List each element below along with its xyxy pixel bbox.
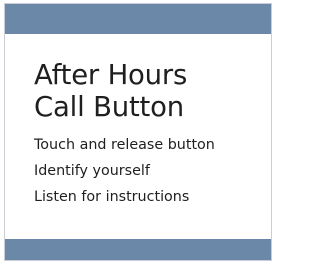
sign-top-band [5, 4, 271, 34]
instruction-item: Identify yourself [34, 163, 150, 179]
instruction-item: Listen for instructions [34, 189, 190, 205]
sign-title-line-1: After Hours [34, 59, 188, 91]
after-hours-call-sign: After Hours Call Button Touch and releas… [4, 3, 272, 261]
instruction-list: Touch and release button Identify yourse… [34, 132, 265, 210]
sign-content: After Hours Call Button Touch and releas… [34, 59, 265, 210]
instruction-item: Touch and release button [34, 137, 215, 153]
sign-title: After Hours Call Button [34, 59, 265, 123]
sign-title-line-2: Call Button [34, 91, 184, 123]
sign-bottom-band [5, 239, 271, 260]
